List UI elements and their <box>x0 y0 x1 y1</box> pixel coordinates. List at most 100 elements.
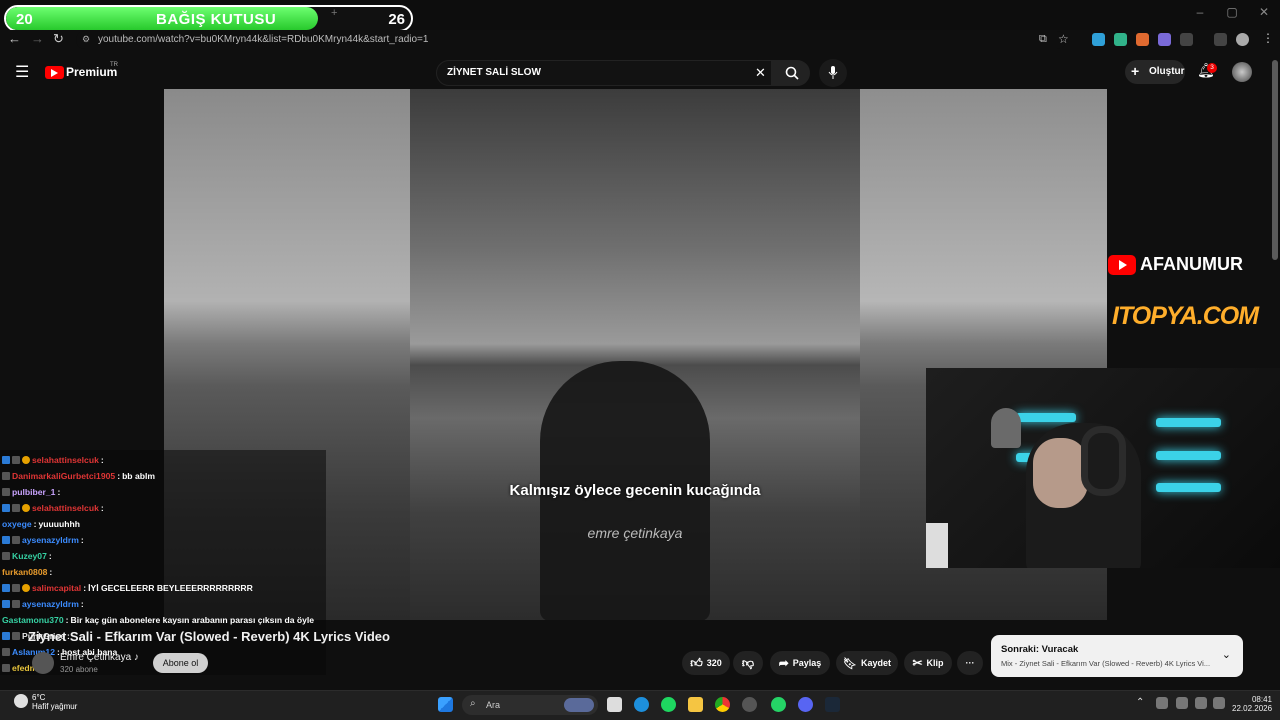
spotify-icon[interactable] <box>661 697 676 712</box>
profile-avatar[interactable] <box>1236 33 1249 46</box>
channel-name[interactable]: Emre Çetinkaya ♪ <box>60 652 139 663</box>
back-icon[interactable]: ← <box>8 31 21 46</box>
forward-icon[interactable]: → <box>31 31 44 46</box>
tray-chevron-up-icon[interactable]: ⌃ <box>1136 697 1144 708</box>
chat-text: bb ablm <box>122 471 156 481</box>
extension-icon[interactable] <box>1092 33 1105 46</box>
extension-icon[interactable] <box>1136 33 1149 46</box>
network-icon[interactable] <box>1195 697 1207 709</box>
chat-separator: : <box>57 487 61 497</box>
volume-icon[interactable] <box>1213 697 1225 709</box>
plus-icon: + <box>1131 63 1140 79</box>
chat-separator: : <box>83 583 87 593</box>
create-button[interactable]: + Oluştur <box>1125 60 1185 84</box>
chevron-down-icon[interactable]: ⌄ <box>1222 648 1231 661</box>
chat-separator: : <box>100 503 104 513</box>
discord-icon[interactable] <box>798 697 813 712</box>
chat-badge-icon <box>2 456 10 464</box>
maximize-button[interactable]: ▢ <box>1216 0 1248 30</box>
share-button[interactable]: ➦ Paylaş <box>770 651 830 675</box>
up-next-subtitle: Mix - Ziynet Sali - Efkarım Var (Slowed … <box>1001 659 1211 668</box>
more-actions-button[interactable]: ··· <box>957 651 983 675</box>
windows-start-icon[interactable] <box>438 697 453 712</box>
url-box[interactable]: ⚙ youtube.com/watch?v=bu0KMryn44k&list=R… <box>76 31 1069 49</box>
channel-avatar[interactable] <box>32 652 54 674</box>
hamburger-menu-icon[interactable]: ☰ <box>15 62 29 82</box>
logo-country-badge: TR <box>110 62 118 68</box>
save-button[interactable]: 🔖︎ Kaydet <box>836 651 898 675</box>
chat-username: aysenazyldrm <box>22 599 79 609</box>
video-credit-text: emre çetinkaya <box>587 525 683 541</box>
chat-username: oxyege <box>2 519 32 529</box>
whatsapp-icon[interactable] <box>771 697 786 712</box>
menu-kebab-icon[interactable]: ⋮ <box>1262 31 1274 45</box>
thumbs-up-icon: 👍︎ <box>690 655 703 670</box>
chat-text: yuuuuhhh <box>38 519 81 529</box>
steam-icon[interactable] <box>825 697 840 712</box>
url-text[interactable]: youtube.com/watch?v=bu0KMryn44k&list=RDb… <box>98 34 428 45</box>
page-scrollbar[interactable] <box>1272 60 1278 260</box>
weather-icon[interactable] <box>14 694 28 708</box>
chrome-icon[interactable] <box>715 697 730 712</box>
streamer-face <box>1033 438 1088 508</box>
video-title: Ziynet Sali - Efkarım Var (Slowed - Reve… <box>28 629 390 644</box>
clip-button[interactable]: ✂ Klip <box>904 651 952 675</box>
chat-message: aysenazyldrm : <box>2 535 86 545</box>
extension-icon[interactable] <box>1114 33 1127 46</box>
search-box[interactable]: ZİYNET SALİ SLOW ✕ <box>436 60 772 86</box>
window-controls: – ▢ ✕ <box>1184 0 1280 30</box>
chat-badge-icon <box>2 648 10 656</box>
chat-username: aysenazyldrm <box>22 535 79 545</box>
chat-badge-icon <box>2 664 10 672</box>
chat-badge-icon <box>2 552 10 560</box>
tab-search-icon[interactable] <box>1214 33 1227 46</box>
bookmark-star-icon[interactable]: ☆ <box>1058 32 1069 46</box>
tray-icon[interactable] <box>1176 697 1188 709</box>
chat-separator: : <box>117 471 121 481</box>
chat-badge-icon <box>22 504 30 512</box>
clear-search-icon[interactable]: ✕ <box>755 65 766 81</box>
chat-text: İYİ GECELEERR BEYLEEERRRRRRRRR <box>88 583 253 593</box>
task-view-icon[interactable] <box>607 697 622 712</box>
subscribe-button[interactable]: Abone ol <box>153 653 208 673</box>
extensions-puzzle-icon[interactable] <box>1180 33 1193 46</box>
bookmark-icon: 🔖︎ <box>843 657 857 670</box>
share-label: Paylaş <box>792 658 822 668</box>
search-input[interactable]: ZİYNET SALİ SLOW <box>447 67 541 78</box>
up-next-card[interactable]: Sonraki: Vuracak Mix - Ziynet Sali - Efk… <box>991 635 1243 677</box>
file-explorer-icon[interactable] <box>688 697 703 712</box>
chat-separator: : <box>49 567 53 577</box>
minimize-button[interactable]: – <box>1184 0 1216 30</box>
account-avatar[interactable] <box>1232 62 1252 82</box>
taskbar-search[interactable]: ⌕ Ara <box>462 695 598 715</box>
taskbar-clock[interactable]: 08:41 22.02.2026 <box>1232 695 1272 713</box>
extension-icon[interactable] <box>1158 33 1171 46</box>
weather-temperature: 6°C <box>32 693 46 702</box>
desk-lamp <box>991 408 1021 448</box>
reload-icon[interactable]: ↻ <box>53 31 64 47</box>
edge-icon[interactable] <box>634 697 649 712</box>
dislike-button[interactable]: 👎︎ <box>733 651 763 675</box>
neon-light <box>1156 418 1221 427</box>
close-button[interactable]: ✕ <box>1248 0 1280 30</box>
thumbs-down-icon: 👎︎ <box>741 655 755 670</box>
chat-message: selahattinselcuk : <box>2 455 106 465</box>
donation-title: BAĞIŞ KUTUSU <box>156 11 277 28</box>
neon-light <box>1156 483 1221 492</box>
site-info-icon[interactable]: ⚙ <box>82 34 90 45</box>
like-button[interactable]: 👍︎ 320 <box>682 651 730 675</box>
search-button[interactable] <box>772 60 810 86</box>
chat-badge-icon <box>12 536 20 544</box>
chat-message: aysenazyldrm : <box>2 599 86 609</box>
chat-username: furkan0808 <box>2 567 48 577</box>
chat-badge-icon <box>2 536 10 544</box>
weather-widget[interactable]: 6°C Hafif yağmur <box>32 693 77 711</box>
obs-icon[interactable] <box>742 697 757 712</box>
chat-separator: : <box>65 615 69 625</box>
neon-light <box>1156 451 1221 460</box>
taskbar-search-placeholder: Ara <box>486 700 501 710</box>
chat-badge-icon <box>2 600 10 608</box>
install-icon[interactable]: ⧉ <box>1039 33 1047 46</box>
voice-search-button[interactable] <box>819 59 847 87</box>
tray-icon[interactable] <box>1156 697 1168 709</box>
